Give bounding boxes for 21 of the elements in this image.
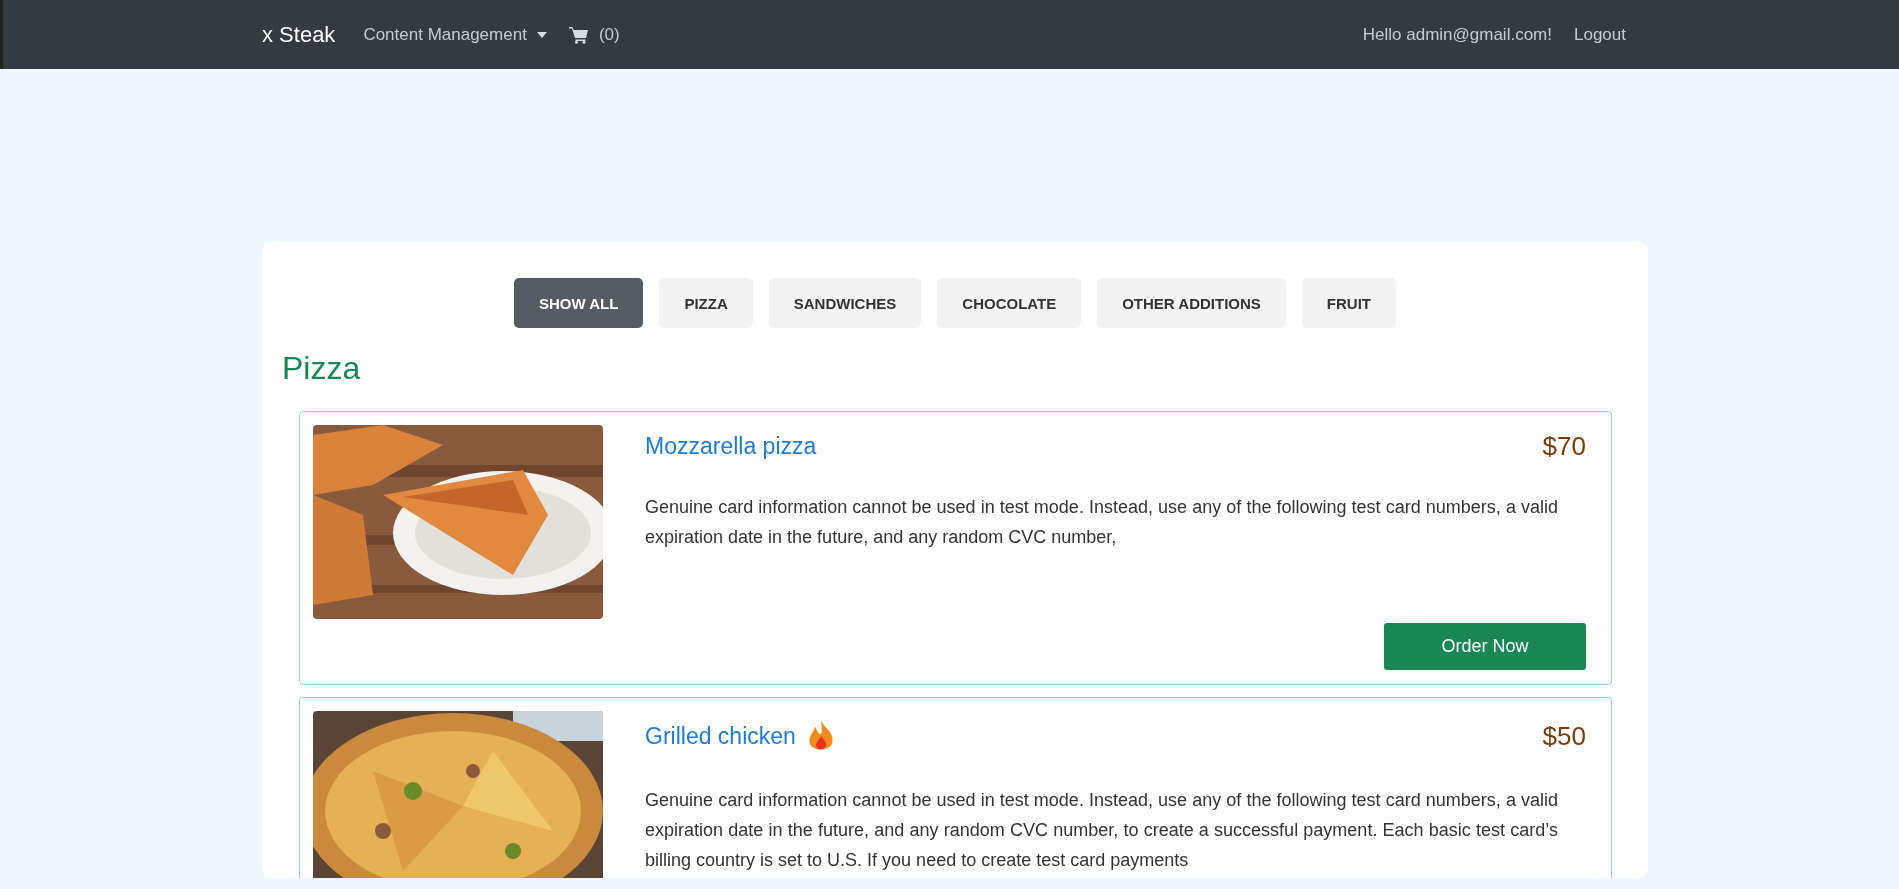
filter-button[interactable]: OTHER ADDITIONS [1097,278,1286,328]
price: $70 [1542,431,1586,462]
brand-name[interactable]: x Steak [262,21,336,48]
filter-button[interactable]: CHOCOLATE [937,278,1082,328]
cart-icon [568,25,589,44]
product-description: Genuine card information cannot be used in test mode. Instead, use any of the following test card numbers, a valid expiration date in the future, and any random CVC number, to create a successful payment. Each basic test card’s billing country is set to U.S. If you need to create test card payments [645,789,1558,872]
product-name[interactable]: Mozzarella pizza [645,433,817,460]
caret-icon [536,31,547,38]
filter-button[interactable]: SHOW ALL [514,278,644,328]
filter-button[interactable]: PIZZA [659,278,753,328]
greeting-text: Hello admin@gmail.com! [1362,24,1552,45]
cart-link[interactable]: (0) [568,24,620,45]
product-name[interactable]: Grilled chicken [645,722,796,750]
order-button[interactable]: Order Now [1384,623,1586,670]
section-title: Pizza [282,350,362,387]
product-description: Genuine card information cannot be used in test mode. Instead, use any of the following test card numbers, a valid expiration date in the future, and any random CVC number, [645,496,1558,549]
price: $50 [1542,720,1586,752]
filter-button[interactable]: SANDWICHES [768,278,922,328]
filter-button[interactable]: FRUIT [1301,278,1396,328]
content-management-menu[interactable]: Content Management [363,24,547,45]
logout-link[interactable]: Logout [1574,24,1626,45]
